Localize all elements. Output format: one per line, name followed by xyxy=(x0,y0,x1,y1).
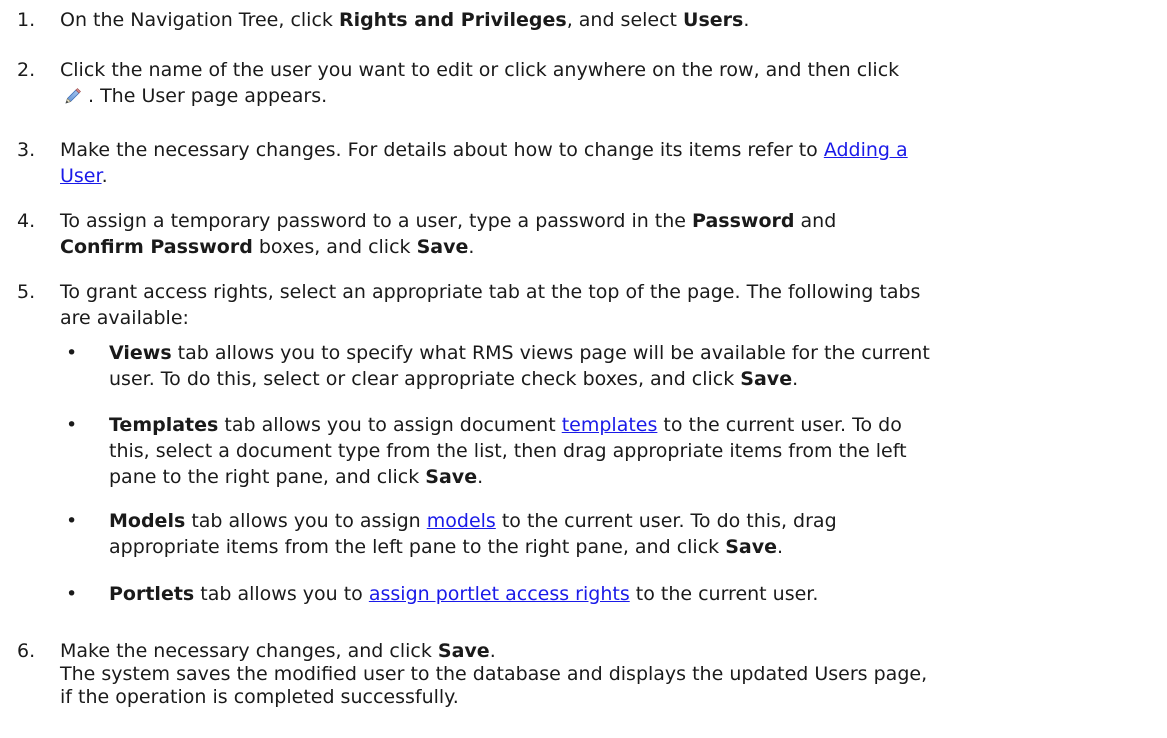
step-line: . The User page appears. xyxy=(60,85,1160,108)
bullet-line: this, select a document type from the li… xyxy=(109,440,907,462)
tab-name-views: Views xyxy=(109,342,172,364)
bullet-text-part: to the current user. xyxy=(629,583,819,605)
step-number: 4. xyxy=(17,210,36,232)
step-line: if the operation is completed successful… xyxy=(60,686,459,708)
bullet-line: appropriate items from the left pane to … xyxy=(109,536,1160,559)
step-text-part: Make the necessary changes, and click xyxy=(60,640,438,662)
field-name-confirm-password: Confirm Password xyxy=(60,236,253,258)
step-line: Click the name of the user you want to e… xyxy=(60,59,900,81)
bullet-dot: • xyxy=(66,510,78,532)
bullet-text-part: tab allows you to assign xyxy=(185,510,427,532)
step-line: are available: xyxy=(60,307,189,329)
menu-name-users: Users xyxy=(683,9,744,31)
button-name-save: Save xyxy=(416,236,469,258)
bullet-text-part: tab allows you to specify what RMS views… xyxy=(171,342,930,364)
step-line: The system saves the modified user to th… xyxy=(60,663,928,685)
bullet-text-part: pane to the right pane, and click xyxy=(109,466,426,488)
step-text-part: and xyxy=(794,210,837,232)
bullet-line: Views tab allows you to specify what RMS… xyxy=(109,342,1160,365)
step-text: Click the name of the user you want to e… xyxy=(60,59,1160,108)
bullet-text-part: user. To do this, select or clear approp… xyxy=(109,368,741,390)
step-number: 3. xyxy=(17,139,36,161)
step-text-part: , and select xyxy=(566,9,684,31)
step-text: On the Navigation Tree, click Rights and… xyxy=(60,9,1160,32)
bullet-text-part: appropriate items from the left pane to … xyxy=(109,536,726,558)
bullet-text-part: tab allows you to assign document xyxy=(218,414,562,436)
step-text-part: . xyxy=(743,9,750,31)
tab-name-models: Models xyxy=(109,510,186,532)
tab-name-templates: Templates xyxy=(109,414,219,436)
bullet-text: Models tab allows you to assign models t… xyxy=(109,510,1160,559)
button-name-save: Save xyxy=(740,368,793,390)
step-line: Make the necessary changes, and click Sa… xyxy=(60,640,1160,663)
bullet-text-part: tab allows you to xyxy=(194,583,369,605)
bullet-text-part: to the current user. To do xyxy=(657,414,902,436)
edit-pencil-icon xyxy=(60,85,88,108)
step-text-part: . xyxy=(101,165,108,187)
step-text: To grant access rights, select an approp… xyxy=(60,281,1160,330)
button-name-save: Save xyxy=(725,536,777,558)
models-link[interactable]: models xyxy=(427,510,496,532)
bullet-text-part: . xyxy=(792,368,799,390)
step-text-part: Make the necessary changes. For details … xyxy=(60,139,824,161)
step-text-part: . xyxy=(468,236,475,258)
step-text-part: . xyxy=(489,640,496,662)
bullet-text-part: . xyxy=(477,466,484,488)
bullet-dot: • xyxy=(66,342,78,364)
adding-a-user-link[interactable]: Adding a xyxy=(824,139,908,161)
step-text: Make the necessary changes. For details … xyxy=(60,139,1160,188)
menu-name-rights-and-privileges: Rights and Privileges xyxy=(338,9,567,31)
field-name-password: Password xyxy=(692,210,795,232)
button-name-save: Save xyxy=(437,640,490,662)
tab-name-portlets: Portlets xyxy=(109,583,195,605)
step-number: 6. xyxy=(17,640,36,662)
step-number: 2. xyxy=(17,59,36,81)
bullet-dot: • xyxy=(66,414,78,436)
bullet-text-part: to the current user. To do this, drag xyxy=(495,510,837,532)
bullet-dot: • xyxy=(66,583,78,605)
step-number: 1. xyxy=(17,9,36,31)
step-text-part: boxes, and click xyxy=(252,236,417,258)
bullet-line: Templates tab allows you to assign docum… xyxy=(109,414,1160,437)
assign-portlet-access-rights-link[interactable]: assign portlet access rights xyxy=(369,583,630,605)
step-text: Make the necessary changes, and click Sa… xyxy=(60,640,1160,709)
bullet-line: Portlets tab allows you to assign portle… xyxy=(109,583,1160,606)
step-line: To assign a temporary password to a user… xyxy=(60,210,1160,233)
bullet-text: Portlets tab allows you to assign portle… xyxy=(109,583,1160,606)
bullet-line: Models tab allows you to assign models t… xyxy=(109,510,1160,533)
bullet-text: Views tab allows you to specify what RMS… xyxy=(109,342,1160,391)
bullet-text-part: . xyxy=(776,536,784,558)
step-line: To grant access rights, select an approp… xyxy=(60,281,921,303)
button-name-save: Save xyxy=(425,466,478,488)
step-text-part: To assign a temporary password to a user… xyxy=(60,210,693,232)
adding-a-user-link[interactable]: User xyxy=(60,165,102,187)
templates-link[interactable]: templates xyxy=(562,414,658,436)
bullet-line: user. To do this, select or clear approp… xyxy=(109,368,1160,391)
bullet-line: pane to the right pane, and click Save. xyxy=(109,466,1160,489)
step-line: User. xyxy=(60,165,1160,188)
step-text: To assign a temporary password to a user… xyxy=(60,210,1160,259)
step-line: Confirm Password boxes, and click Save. xyxy=(60,236,1160,259)
step-text-part: . The User page appears. xyxy=(88,85,328,107)
step-number: 5. xyxy=(17,281,36,303)
step-text-part: On the Navigation Tree, click xyxy=(60,9,339,31)
step-line: Make the necessary changes. For details … xyxy=(60,139,1160,162)
instruction-document: 1. On the Navigation Tree, click Rights … xyxy=(0,0,1167,738)
bullet-text: Templates tab allows you to assign docum… xyxy=(109,414,1160,489)
